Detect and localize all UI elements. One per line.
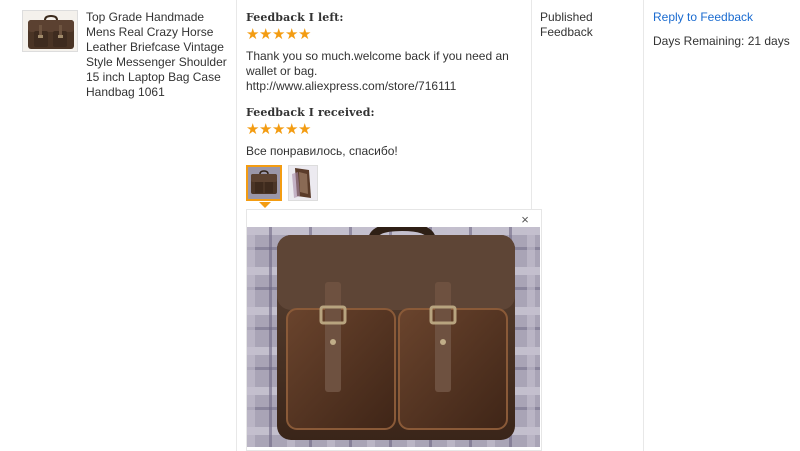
briefcase-image <box>23 11 77 51</box>
days-remaining: Days Remaining: 21 days <box>653 34 790 48</box>
star-icon: ★ <box>272 121 286 138</box>
briefcase-image <box>248 167 280 199</box>
preview-image <box>247 227 540 447</box>
column-divider <box>643 0 644 451</box>
feedback-image-thumb-1[interactable] <box>246 165 282 201</box>
reply-to-feedback-link[interactable]: Reply to Feedback <box>653 10 753 24</box>
feedback-left-rating: ★ ★ ★ ★ ★ <box>246 26 312 43</box>
star-icon: ★ <box>246 121 260 138</box>
briefcase-photo <box>247 227 540 447</box>
product-thumbnail[interactable] <box>22 10 78 52</box>
star-icon: ★ <box>259 26 273 43</box>
feedback-left-text: Thank you so much.welcome back if you ne… <box>246 49 509 93</box>
feedback-received-label: Feedback I received: <box>246 106 375 119</box>
star-icon: ★ <box>272 26 286 43</box>
leather-detail-image <box>289 166 317 200</box>
feedback-received-text: Все понравилось, спасибо! <box>246 144 398 158</box>
feedback-status: Published Feedback <box>540 10 593 39</box>
caret-down-icon <box>259 202 271 208</box>
star-icon: ★ <box>298 121 312 138</box>
star-icon: ★ <box>285 121 299 138</box>
star-icon: ★ <box>285 26 299 43</box>
star-icon: ★ <box>298 26 312 43</box>
column-divider <box>236 0 237 451</box>
close-icon[interactable]: × <box>518 212 532 227</box>
feedback-image-thumb-2[interactable] <box>288 165 318 201</box>
star-icon: ★ <box>246 26 260 43</box>
star-icon: ★ <box>259 121 273 138</box>
product-title-link[interactable]: Top Grade Handmade Mens Real Crazy Horse… <box>86 10 236 100</box>
feedback-received-rating: ★ ★ ★ ★ ★ <box>246 121 312 138</box>
feedback-left-label: Feedback I left: <box>246 11 344 24</box>
